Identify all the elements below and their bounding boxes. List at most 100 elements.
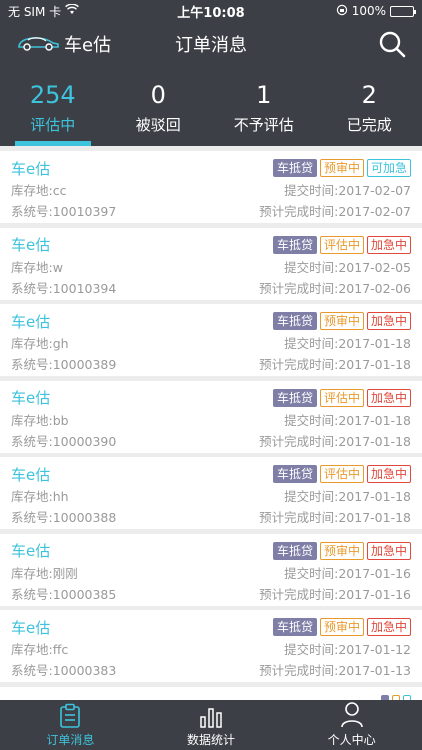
order-card[interactable]: 车e估 车抵贷 预审中 加急中 库存地:刚刚 提交时间:2017-01-16 系统号… xyxy=(0,533,422,606)
status-tag: 评估中 xyxy=(319,388,364,407)
order-system-number: 系统号:10000390 xyxy=(11,433,117,449)
status-tag: 车抵贷 xyxy=(272,541,317,560)
order-system-number: 系统号:10000385 xyxy=(11,586,117,602)
order-location: 库存地:cc xyxy=(11,183,67,198)
order-brand: 车e估 xyxy=(11,159,51,178)
order-location: 库存地:hh xyxy=(11,489,69,504)
tab-evaluating[interactable]: 254 评估中 xyxy=(0,66,106,146)
order-location: 库存地:bb xyxy=(11,412,69,428)
tab-data-statistics[interactable]: 数据统计 xyxy=(141,700,282,750)
order-status-tabs: 254 评估中 0 被驳回 1 不予评估 2 已完成 xyxy=(0,66,422,146)
order-card[interactable]: 车e估 车抵贷 评估中 加急中 库存地:hh 提交时间:2017-01-18 系统号… xyxy=(0,457,422,529)
order-tags: 车抵贷 评估中 加急中 xyxy=(272,465,411,483)
order-brand: 车e估 xyxy=(11,542,51,560)
order-submit-time: 提交时间:2017-01-12 xyxy=(284,642,411,657)
stat-count: 0 xyxy=(150,81,166,109)
order-location: 库存地:gh xyxy=(11,336,69,351)
status-tag: 车抵贷 xyxy=(272,618,317,636)
stat-count: 1 xyxy=(256,81,272,109)
lock-rotation-icon xyxy=(336,4,348,19)
order-submit-time: 提交时间:2017-02-05 xyxy=(284,259,411,275)
order-list[interactable]: 车e估 车抵贷 预审中 可加急 库存地:cc 提交时间:2017-02-07 系统号… xyxy=(0,151,422,700)
order-tags: 车抵贷 预审中 加急中 xyxy=(272,541,411,560)
order-card[interactable]: 车e估 车抵贷 评估中 加急中 库存地:bb 提交时间:2017-01-18 系统号… xyxy=(0,380,422,453)
order-expected-time: 预计完成时间:2017-02-07 xyxy=(259,204,411,219)
order-system-number: 系统号:10000389 xyxy=(11,357,117,372)
order-expected-time: 预计完成时间:2017-01-13 xyxy=(259,663,411,678)
status-tag: 预审中 xyxy=(319,618,364,636)
search-button[interactable] xyxy=(376,28,408,60)
order-brand: 车e估 xyxy=(11,312,51,331)
navigation-bar: 车e估 订单消息 xyxy=(0,22,422,66)
order-location: 库存地:w xyxy=(11,259,63,275)
status-tag: 评估中 xyxy=(319,235,364,254)
order-card[interactable]: 车e估 车抵贷 预审中 加急中 库存地:ffc 提交时间:2017-01-12 系统… xyxy=(0,610,422,682)
battery-icon xyxy=(390,5,416,17)
car-logo-icon xyxy=(16,32,60,57)
tab-not-evaluated[interactable]: 1 不予评估 xyxy=(211,66,317,146)
order-system-number: 系统号:10010397 xyxy=(11,204,117,219)
stat-count: 254 xyxy=(29,81,76,109)
order-tags: 车抵贷 预审中 加急中 xyxy=(272,312,411,330)
order-tags: 车抵贷 预审中 可加急 xyxy=(272,159,411,177)
order-brand: 车e估 xyxy=(11,618,51,637)
order-card[interactable]: 车e估 车抵贷 评估中 加急中 库存地:w 提交时间:2017-02-05 系统号:… xyxy=(0,227,422,300)
status-tag: 加急中 xyxy=(366,541,411,560)
brand-name: 车e估 xyxy=(64,35,112,56)
status-tag: 预审中 xyxy=(319,312,364,330)
status-bar: 无 SIM 卡 上午10:08 100% xyxy=(0,0,422,22)
order-card[interactable]: 车e估 车抵贷 预审中 可加急 库存地:cc 提交时间:2017-02-07 系统号… xyxy=(0,151,422,223)
status-tag: 车抵贷 xyxy=(272,159,317,177)
tab-order-messages[interactable]: 订单消息 xyxy=(0,700,141,750)
stat-count: 2 xyxy=(361,81,377,109)
wifi-icon xyxy=(65,3,80,18)
order-submit-time: 提交时间:2017-01-18 xyxy=(284,336,411,351)
status-tag: 预审中 xyxy=(319,541,364,560)
order-brand: 车e估 xyxy=(11,465,51,484)
order-brand: 车e估 xyxy=(11,236,51,254)
status-tag: 加急中 xyxy=(366,618,411,636)
stat-label: 评估中 xyxy=(30,116,76,134)
order-expected-time: 预计完成时间:2017-01-18 xyxy=(259,510,411,525)
order-submit-time: 提交时间:2017-02-07 xyxy=(284,183,411,198)
order-expected-time: 预计完成时间:2017-01-16 xyxy=(259,586,411,602)
user-icon xyxy=(340,702,363,728)
status-tag: 加急中 xyxy=(366,312,411,330)
battery-percent: 100% xyxy=(351,4,386,18)
search-icon xyxy=(379,31,406,58)
tab-label: 订单消息 xyxy=(46,733,95,747)
status-tag: 预审中 xyxy=(319,159,364,177)
order-card[interactable]: 车e估 车抵贷 预审中 加急中 库存地:gh 提交时间:2017-01-18 系统号… xyxy=(0,304,422,376)
order-tags: 车抵贷 预审中 加急中 xyxy=(272,618,411,636)
order-location: 库存地:刚刚 xyxy=(11,565,78,581)
status-tag: 车抵贷 xyxy=(272,388,317,407)
status-tag: 车抵贷 xyxy=(272,235,317,254)
order-submit-time: 提交时间:2017-01-18 xyxy=(284,489,411,504)
status-tag: 加急中 xyxy=(366,388,411,407)
order-expected-time: 预计完成时间:2017-02-06 xyxy=(259,280,411,296)
order-system-number: 系统号:10000383 xyxy=(11,663,117,678)
tab-label: 个人中心 xyxy=(327,733,376,747)
order-tags: 车抵贷 评估中 加急中 xyxy=(272,235,411,254)
bar-chart-icon xyxy=(200,708,222,728)
order-submit-time: 提交时间:2017-01-18 xyxy=(284,412,411,428)
clipboard-icon xyxy=(60,703,81,728)
order-tags: 车抵贷 评估中 加急中 xyxy=(272,388,411,407)
tab-completed[interactable]: 2 已完成 xyxy=(317,66,422,146)
stat-label: 不予评估 xyxy=(233,116,294,134)
order-card[interactable]: 库存地: 提交时间: 系统号: 预计完成时间: xyxy=(0,686,422,700)
stat-label: 已完成 xyxy=(346,116,392,134)
status-tag: 可加急 xyxy=(366,159,411,177)
order-brand: 车e估 xyxy=(11,389,51,407)
brand-logo: 车e估 xyxy=(16,22,111,66)
carrier-label: 无 SIM 卡 xyxy=(8,4,62,19)
tab-rejected[interactable]: 0 被驳回 xyxy=(106,66,212,146)
order-system-number: 系统号:10000388 xyxy=(11,510,117,525)
order-expected-time: 预计完成时间:2017-01-18 xyxy=(259,357,411,372)
status-tag: 车抵贷 xyxy=(272,312,317,330)
tab-personal-center[interactable]: 个人中心 xyxy=(281,700,422,750)
status-tag: 评估中 xyxy=(319,465,364,483)
stat-label: 被驳回 xyxy=(135,116,181,134)
order-system-number: 系统号:10010394 xyxy=(11,280,117,296)
bottom-tab-bar: 订单消息 数据统计 个人中心 xyxy=(0,700,422,750)
